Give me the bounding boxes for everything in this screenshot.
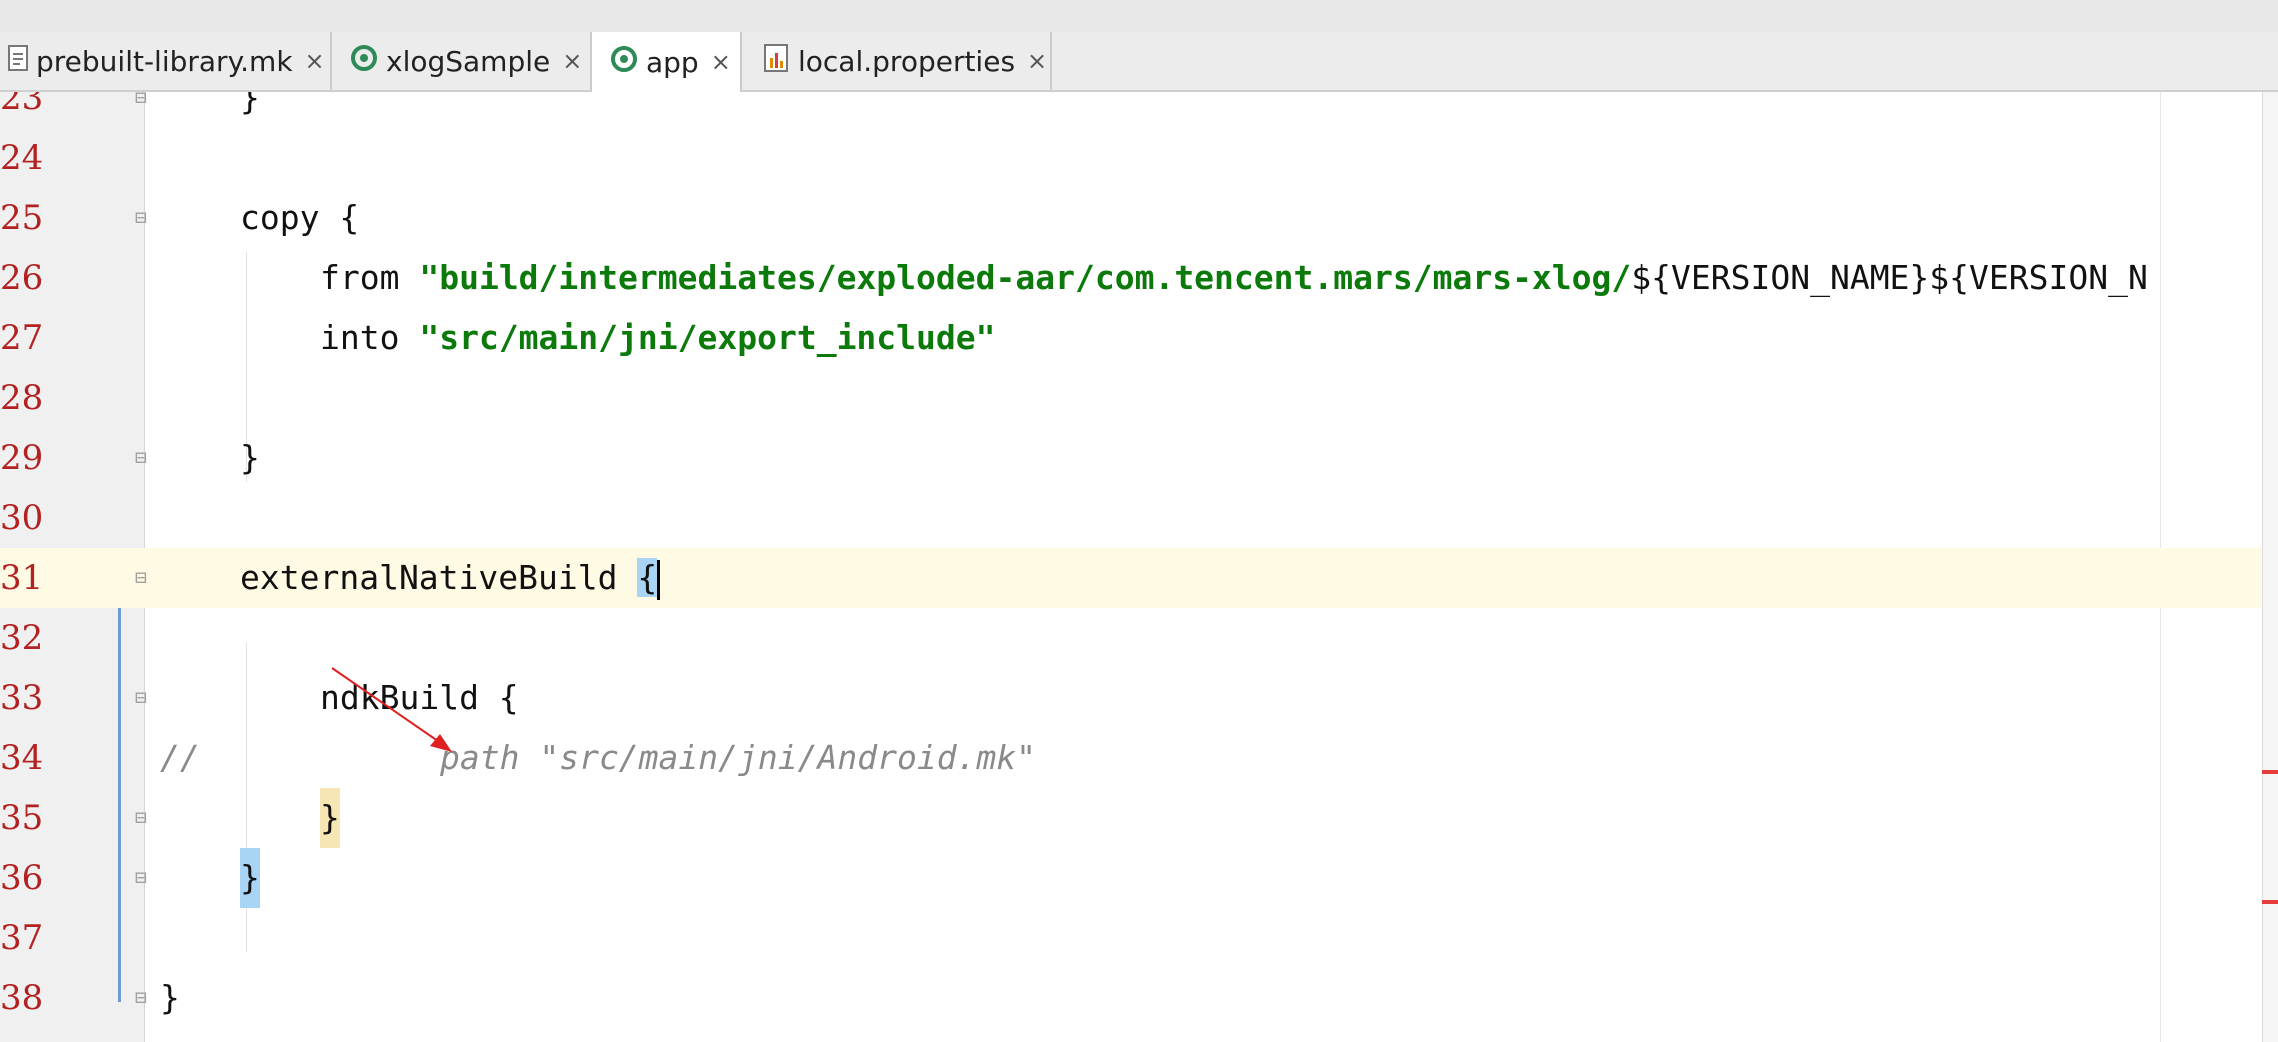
line-number: 31: [0, 558, 44, 598]
string-literal: "build/intermediates/exploded-aar/com.te…: [419, 258, 1632, 297]
line-number: 25: [0, 198, 44, 238]
line-number: 28: [0, 378, 44, 418]
code-line-27: 27 into "src/main/jni/export_include": [0, 308, 2278, 368]
keyword: into: [320, 318, 420, 357]
string-literal: "src/main/jni/export_include": [419, 318, 996, 357]
line-number: 38: [0, 978, 44, 1018]
file-icon: [8, 44, 28, 78]
matched-brace: {: [637, 558, 658, 597]
tab-label: xlogSample: [386, 44, 551, 78]
code-text: }: [240, 92, 260, 117]
keyword: from: [320, 258, 420, 297]
error-stripe-marker[interactable]: [2262, 770, 2278, 774]
identifier: externalNativeBuild: [240, 558, 638, 597]
line-number: 23: [0, 92, 44, 118]
comment-prefix: //: [160, 738, 200, 777]
fold-marker-icon[interactable]: ⊟: [128, 802, 154, 832]
module-icon: [350, 44, 378, 79]
line-number: 35: [0, 798, 44, 838]
tab-prebuilt-library-mk[interactable]: prebuilt-library.mk ×: [0, 32, 332, 90]
code-tail: ${VERSION_NAME}${VERSION_N: [1631, 258, 2148, 297]
code-editor[interactable]: 23 ⊟ } 24 25 ⊟ copy { 26 from "build/int…: [0, 92, 2278, 1042]
line-number: 33: [0, 678, 44, 718]
fold-marker-icon[interactable]: ⊟: [128, 202, 154, 232]
matched-closing-brace: }: [240, 848, 260, 908]
code-text: externalNativeBuild {: [240, 548, 661, 608]
line-number: 34: [0, 738, 44, 778]
code-line-37: 37: [0, 908, 2278, 968]
line-number: 36: [0, 858, 44, 898]
code-text: }: [240, 438, 260, 477]
close-icon[interactable]: ×: [711, 48, 731, 76]
tab-xlogsample[interactable]: xlogSample ×: [332, 32, 592, 90]
code-line-32: 32: [0, 608, 2278, 668]
fold-marker-icon[interactable]: ⊟: [128, 862, 154, 892]
code-line-35: 35 ⊟ }: [0, 788, 2278, 848]
code-line-25: 25 ⊟ copy {: [0, 188, 2278, 248]
fold-marker-icon[interactable]: ⊟: [128, 562, 154, 592]
annotation-arrow-icon: [331, 667, 452, 752]
close-icon[interactable]: ×: [305, 47, 325, 75]
code-line-31-current: 31 ⊟ externalNativeBuild {: [0, 548, 2278, 608]
fold-marker-icon[interactable]: ⊟: [128, 92, 154, 112]
editor-tab-bar: prebuilt-library.mk × xlogSample × app ×…: [0, 32, 2278, 92]
code-line-23: 23 ⊟ }: [0, 92, 2278, 128]
code-text: }: [160, 978, 180, 1017]
properties-icon: [764, 43, 790, 79]
tab-label: local.properties: [798, 44, 1016, 78]
code-line-28: 28: [0, 368, 2278, 428]
text-caret: [657, 559, 661, 600]
fold-marker-icon[interactable]: ⊟: [128, 442, 154, 472]
code-line-24: 24: [0, 128, 2278, 188]
line-number: 26: [0, 258, 44, 298]
closing-brace: }: [320, 788, 340, 848]
error-stripe-marker[interactable]: [2262, 900, 2278, 904]
close-icon[interactable]: ×: [562, 47, 582, 75]
tab-local-properties[interactable]: local.properties ×: [742, 32, 1052, 90]
code-line-26: 26 from "build/intermediates/exploded-aa…: [0, 248, 2278, 308]
code-line-38: 38 ⊟ }: [0, 968, 2278, 1028]
line-number: 24: [0, 138, 44, 178]
line-number: 30: [0, 498, 44, 538]
line-number: 29: [0, 438, 44, 478]
tab-label: app: [646, 45, 699, 79]
line-number: 27: [0, 318, 44, 358]
code-line-30: 30: [0, 488, 2278, 548]
code-text: from "build/intermediates/exploded-aar/c…: [320, 248, 2148, 308]
comment-text: path "src/main/jni/Android.mk": [440, 738, 1037, 777]
window-top-strip: [0, 0, 2278, 33]
line-number: 37: [0, 918, 44, 958]
tab-app[interactable]: app ×: [592, 32, 742, 92]
code-text: into "src/main/jni/export_include": [320, 308, 996, 368]
code-line-29: 29 ⊟ }: [0, 428, 2278, 488]
line-number: 32: [0, 618, 44, 658]
close-icon[interactable]: ×: [1027, 47, 1047, 75]
fold-marker-icon[interactable]: ⊟: [128, 682, 154, 712]
module-icon: [610, 45, 638, 80]
fold-marker-icon[interactable]: ⊟: [128, 982, 154, 1012]
code-line-36: 36 ⊟ }: [0, 848, 2278, 908]
tab-label: prebuilt-library.mk: [36, 44, 293, 78]
code-text: copy {: [240, 198, 360, 237]
